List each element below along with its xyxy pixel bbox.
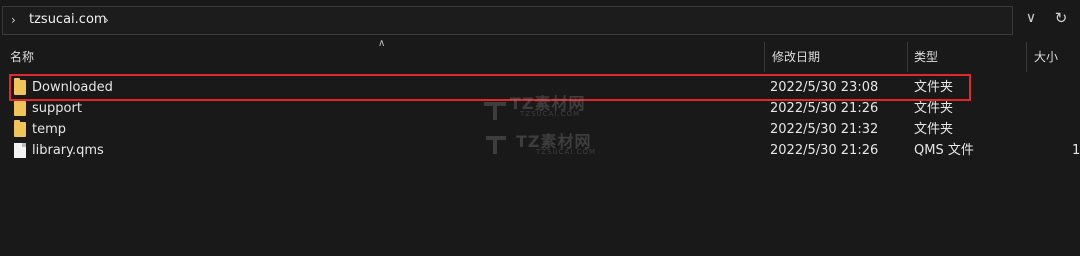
column-header-type[interactable]: 类型: [914, 42, 938, 72]
column-divider[interactable]: [907, 42, 908, 72]
folder-icon: [14, 120, 26, 137]
column-header-modified[interactable]: 修改日期: [772, 42, 820, 72]
address-bar: › tzsucai.com › ∨ ↻: [0, 0, 1080, 40]
column-header-name[interactable]: 名称: [10, 42, 34, 72]
address-field[interactable]: › tzsucai.com ›: [2, 6, 1013, 35]
watermark-subtitle: TZSUCAI.COM: [520, 110, 581, 118]
breadcrumb-segment[interactable]: tzsucai.com: [29, 12, 107, 27]
breadcrumb-separator-icon[interactable]: ›: [104, 13, 109, 27]
refresh-icon[interactable]: ↻: [1052, 9, 1070, 29]
folder-icon: [14, 99, 26, 116]
file-date: 2022/5/30 21:26: [770, 143, 879, 158]
file-name: library.qms: [32, 143, 104, 158]
watermark: TZ素材网 TZSUCAI.COM TZ素材网 TZSUCAI.COM: [480, 90, 610, 165]
file-name: temp: [32, 122, 67, 137]
watermark-subtitle: TZSUCAI.COM: [536, 148, 597, 156]
file-name: support: [32, 101, 82, 116]
column-header-size[interactable]: 大小: [1034, 42, 1058, 72]
chevron-down-icon[interactable]: ∨: [1022, 10, 1040, 30]
column-header: 名称 修改日期 类型 大小: [0, 42, 1080, 72]
file-icon: [14, 143, 26, 158]
sort-ascending-icon: ∧: [378, 38, 386, 49]
chevron-right-icon[interactable]: ›: [11, 13, 16, 27]
column-divider[interactable]: [764, 42, 765, 72]
file-date: 2022/5/30 21:26: [770, 101, 879, 116]
file-type: QMS 文件: [914, 143, 974, 158]
column-divider[interactable]: [1026, 42, 1027, 72]
file-type: 文件夹: [914, 101, 954, 116]
file-type: 文件夹: [914, 122, 954, 137]
file-size: 1: [1072, 143, 1080, 158]
file-date: 2022/5/30 21:32: [770, 122, 879, 137]
watermark-logo-icon: [484, 102, 506, 154]
